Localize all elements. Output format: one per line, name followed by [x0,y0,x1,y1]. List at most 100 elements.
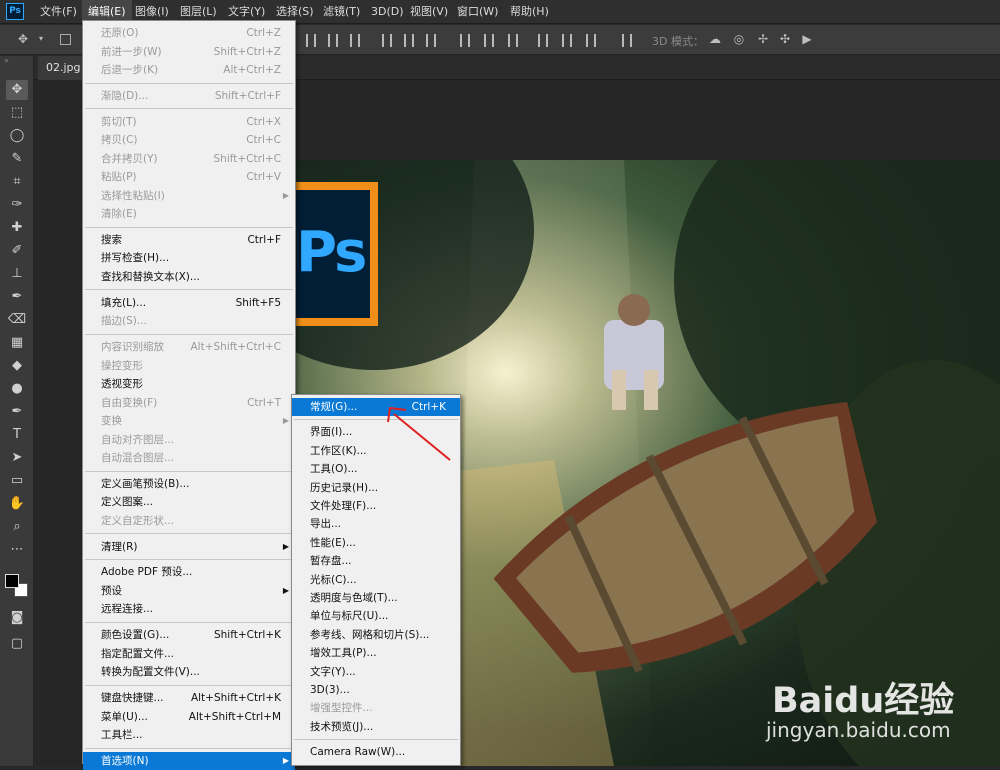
edit-menu-item-shortcut: Ctrl+F [247,233,281,246]
preferences-menu-item[interactable]: 性能(E)... [292,534,460,552]
zoom-tool-icon[interactable]: ⌕ [6,517,28,537]
3d-orbit-icon[interactable]: ☁ [708,31,722,47]
distribute-bottom-icon[interactable] [508,34,518,47]
edit-menu-item: 粘贴(P) Ctrl+V [83,168,295,186]
ps-logo-frame: Ps [294,182,378,326]
menu-1[interactable]: 文件(F) [34,0,83,24]
preferences-menu-item-label: 3D(3)... [310,684,350,696]
preferences-menu-item[interactable]: 参考线、网格和切片(S)... [292,626,460,644]
marquee-tool-icon[interactable]: ⬚ [6,103,28,123]
3d-roll-icon[interactable]: ◎ [732,31,746,47]
preferences-menu-item[interactable]: 3D(3)... [292,681,460,699]
edit-menu-item[interactable]: 拼写检查(H)... [83,249,295,267]
preferences-menu-item[interactable]: 光标(C)... [292,571,460,589]
edit-menu-item[interactable]: 颜色设置(G)... Shift+Ctrl+K [83,626,295,644]
edit-menu-item[interactable]: 定义图案... [83,493,295,511]
edit-menu-item[interactable]: 透视变形 [83,375,295,393]
align-top-icon[interactable] [306,34,316,47]
edit-menu-item-shortcut: Ctrl+X [246,115,281,128]
edit-menu-item[interactable]: 填充(L)... Shift+F5 [83,294,295,312]
preferences-menu-item[interactable]: 文件处理(F)... [292,497,460,515]
align-left-icon[interactable] [382,34,392,47]
menu-9[interactable]: 视图(V) [404,0,454,24]
preferences-menu-item[interactable]: 历史记录(H)... [292,479,460,497]
3d-slide-icon[interactable]: ✣ [778,31,792,47]
distribute-top-icon[interactable] [460,34,470,47]
edit-menu-item-label: 指定配置文件... [101,647,175,660]
brush-tool-icon[interactable]: ✐ [6,241,28,261]
dodge-icon[interactable]: ● [6,379,28,399]
preferences-menu-item[interactable]: 文字(Y)... [292,663,460,681]
preferences-menu-item[interactable]: 透明度与色域(T)... [292,589,460,607]
preferences-menu-item[interactable]: 单位与标尺(U)... [292,607,460,625]
preferences-menu-item[interactable]: Camera Raw(W)... [292,743,460,761]
distribute-right-icon[interactable] [586,34,596,47]
edit-menu-item[interactable]: 首选项(N) ▶ [83,751,295,770]
menu-10[interactable]: 窗口(W) [451,0,504,24]
edit-menu-item-label: 透视变形 [101,378,143,390]
preferences-menu-item[interactable]: 导出... [292,515,460,533]
edit-menu-item[interactable]: 定义画笔预设(B)... [83,475,295,493]
edit-menu-item-shortcut: Ctrl+C [246,134,281,147]
edit-menu-item-label: 定义画笔预设(B)... [101,477,190,490]
more-tools-icon[interactable]: ⋯ [6,540,28,560]
lasso-tool-icon[interactable]: ◯ [6,126,28,146]
menu-8[interactable]: 3D(D) [365,0,410,24]
gradient-icon[interactable]: ▦ [6,333,28,353]
distribute-left-icon[interactable] [538,34,548,47]
crop-tool-icon[interactable]: ⌗ [6,172,28,192]
preferences-menu-item[interactable]: 增效工具(P)... [292,644,460,662]
align-right-icon[interactable] [426,34,436,47]
distribute-hcenter-icon[interactable] [562,34,572,47]
edit-menu-item[interactable]: 指定配置文件... [83,645,295,663]
move-tool-options-icon[interactable]: ✥ [16,31,30,47]
align-vcenter-icon[interactable] [328,34,338,47]
rectangle-tool-icon[interactable]: ▭ [6,471,28,491]
align-bottom-icon[interactable] [350,34,360,47]
eyedropper-icon[interactable]: ✑ [6,195,28,215]
edit-menu-item[interactable]: 搜索 Ctrl+F [83,231,295,249]
watermark-brand: Baidu经验 [772,681,955,721]
edit-menu-item: 定义自定形状... [83,512,295,530]
preferences-menu-item-label: 工作区(K)... [310,444,367,457]
foreground-color-swatch[interactable] [5,574,19,588]
submenu-arrow-icon: ▶ [282,585,289,595]
edit-menu-item[interactable]: 远程连接... [83,600,295,618]
quick-mask-icon[interactable]: ◙ [6,608,28,628]
move-tool-icon[interactable]: ✥ [6,80,28,100]
preferences-menu-item[interactable]: 暂存盘... [292,552,460,570]
chevron-down-icon[interactable]: ▾ [34,31,48,47]
pen-tool-icon[interactable]: ✒ [6,402,28,422]
edit-menu-item[interactable]: 转换为配置文件(V)... [83,663,295,681]
screen-mode-icon[interactable]: ▢ [6,634,28,654]
edit-menu-item[interactable]: 菜单(U)... Alt+Shift+Ctrl+M [83,708,295,726]
menu-7[interactable]: 滤镜(T) [317,0,366,24]
type-tool-icon[interactable]: T [6,425,28,445]
clone-stamp-icon[interactable]: ⊥ [6,264,28,284]
align-hcenter-icon[interactable] [404,34,414,47]
eraser-icon[interactable]: ⌫ [6,310,28,330]
edit-menu-item[interactable]: 工具栏... [83,726,295,744]
3d-pan-icon[interactable]: ✢ [756,31,770,47]
menu-separator [85,533,293,535]
edit-menu-item[interactable]: 预设 ▶ [83,582,295,600]
edit-menu-item[interactable]: 清理(R) ▶ [83,538,295,556]
panel-collapse-icon[interactable]: » [4,56,9,65]
edit-menu-item[interactable]: Adobe PDF 预设... [83,563,295,581]
distribute-vcenter-icon[interactable] [484,34,494,47]
preferences-menu-item[interactable]: 技术预览(J)... [292,718,460,736]
auto-select-checkbox[interactable] [60,34,71,45]
edit-menu-item[interactable]: 键盘快捷键... Alt+Shift+Ctrl+K [83,689,295,707]
edit-menu-item-label: 粘贴(P) [101,171,137,184]
edit-menu-item-label: 首选项(N) [101,754,149,767]
history-brush-icon[interactable]: ✒ [6,287,28,307]
healing-brush-icon[interactable]: ✚ [6,218,28,238]
edit-menu-item[interactable]: 查找和替换文本(X)... [83,268,295,286]
3d-camera-icon[interactable]: ▶ [800,31,814,47]
menu-11[interactable]: 帮助(H) [504,0,555,24]
auto-align-icon[interactable] [622,34,632,47]
hand-tool-icon[interactable]: ✋ [6,494,28,514]
quick-select-icon[interactable]: ✎ [6,149,28,169]
blur-icon[interactable]: ◆ [6,356,28,376]
path-select-icon[interactable]: ➤ [6,448,28,468]
